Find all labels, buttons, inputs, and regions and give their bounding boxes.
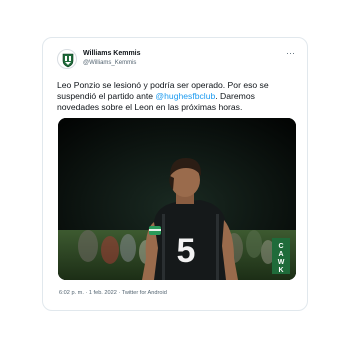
tweet-card[interactable]: Williams Kemmis @Williams_Kemmis ··· Leo… xyxy=(42,37,308,311)
player-photo: 5 C A W K xyxy=(58,118,296,280)
badge-letter: C xyxy=(278,243,283,250)
badge-letter: W xyxy=(278,259,285,266)
jersey-number: 5 xyxy=(177,232,196,270)
tweet-time[interactable]: 6:02 p. m. xyxy=(59,290,84,296)
tweet-photo[interactable]: 5 C A W K xyxy=(58,118,296,280)
author-avatar[interactable] xyxy=(57,49,77,69)
author-handle[interactable]: @Williams_Kemmis xyxy=(83,60,136,66)
mention-link[interactable]: @hughesfbclub xyxy=(155,91,215,101)
badge-letter: K xyxy=(278,267,283,274)
tweet-date[interactable]: 1 feb. 2022 xyxy=(89,290,117,296)
badge-letter: A xyxy=(278,251,283,258)
club-crest-icon xyxy=(62,53,74,68)
tweet-meta: 6:02 p. m. · 1 feb. 2022 · Twitter for A… xyxy=(59,290,167,296)
more-options-icon[interactable]: ··· xyxy=(286,48,295,58)
author-name[interactable]: Williams Kemmis xyxy=(83,50,141,57)
tweet-text: Leo Ponzio se lesionó y podría ser opera… xyxy=(57,80,297,113)
tweet-source: Twitter for Android xyxy=(121,290,167,296)
